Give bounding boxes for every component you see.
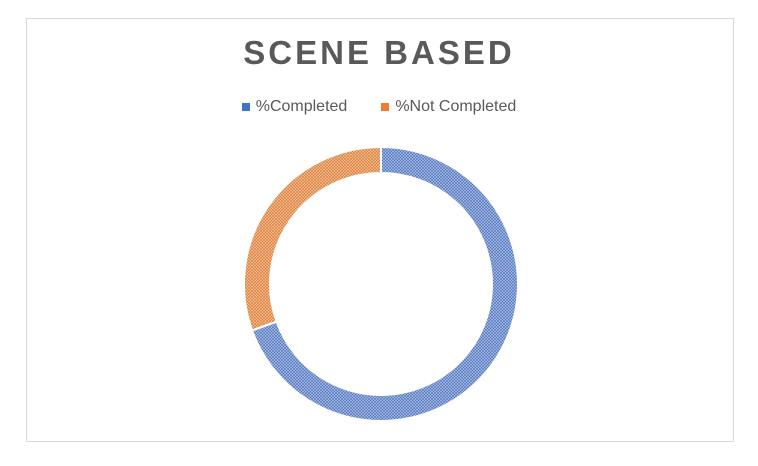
donut-slice-not-completed[interactable] [243, 145, 382, 332]
donut-chart [243, 145, 519, 422]
